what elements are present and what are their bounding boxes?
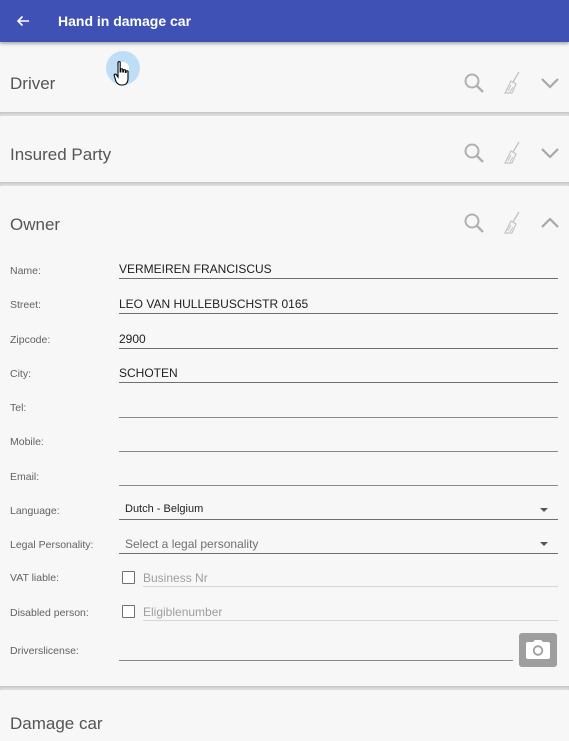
email-field[interactable]: [119, 468, 558, 486]
disabled-person-row: Disabled person: Eligiblenumber: [0, 603, 569, 637]
expand-button[interactable]: [531, 138, 569, 168]
collapse-button[interactable]: [531, 208, 569, 238]
camera-button[interactable]: [519, 633, 557, 667]
section-owner: Owner Name: VERMEIREN FRANCISCUS Street:…: [0, 186, 569, 686]
search-button[interactable]: [455, 68, 493, 98]
language-value: Dutch - Belgium: [125, 503, 204, 515]
name-row: Name: VERMEIREN FRANCISCUS: [0, 260, 569, 294]
section-insured-header[interactable]: Insured Party: [0, 116, 569, 182]
clear-button[interactable]: [493, 208, 531, 238]
mobile-label: Mobile:: [10, 436, 44, 448]
disabled-person-group: Eligiblenumber: [119, 603, 558, 623]
eligiblenumber-input[interactable]: Eligiblenumber: [143, 603, 558, 621]
legal-personality-row: Legal Personality: Select a legal person…: [0, 535, 569, 569]
search-icon: [464, 213, 484, 233]
search-icon: [464, 73, 484, 93]
legal-personality-placeholder: Select a legal personality: [125, 537, 259, 551]
email-label: Email:: [10, 471, 40, 483]
chevron-down-icon: [541, 78, 559, 89]
hand-cursor-icon: [113, 61, 129, 86]
legal-personality-label: Legal Personality:: [10, 539, 94, 551]
search-button[interactable]: [455, 208, 493, 238]
tel-label: Tel:: [10, 402, 27, 414]
disabled-person-label: Disabled person:: [10, 607, 89, 619]
driverslicense-row: Driverslicense:: [0, 633, 569, 673]
name-label: Name:: [10, 265, 41, 277]
search-icon: [464, 143, 484, 163]
clear-button[interactable]: [493, 68, 531, 98]
section-driver-header[interactable]: Driver: [0, 42, 569, 112]
mobile-field[interactable]: [119, 434, 558, 452]
broom-icon: [504, 141, 520, 164]
clear-button[interactable]: [493, 138, 531, 168]
dropdown-caret-icon: [540, 542, 548, 546]
tel-field[interactable]: [119, 400, 558, 418]
dropdown-caret-icon: [540, 508, 548, 512]
section-driver: Driver: [0, 42, 569, 112]
section-insured-party: Insured Party: [0, 116, 569, 182]
zipcode-field[interactable]: 2900: [119, 331, 558, 349]
section-title: Owner: [10, 215, 61, 234]
section-title: Insured Party: [10, 145, 112, 164]
search-button[interactable]: [455, 138, 493, 168]
section-damage-car: Damage car: [0, 691, 569, 741]
chevron-down-icon: [541, 148, 559, 159]
driverslicense-field[interactable]: [119, 643, 513, 661]
driverslicense-label: Driverslicense:: [10, 645, 79, 657]
zipcode-row: Zipcode: 2900: [0, 329, 569, 363]
street-field[interactable]: LEO VAN HULLEBUSCHSTR 0165: [119, 296, 558, 314]
street-row: Street: LEO VAN HULLEBUSCHSTR 0165: [0, 294, 569, 328]
page-title: Hand in damage car: [58, 13, 192, 29]
back-button[interactable]: [0, 0, 46, 42]
city-row: City: SCHOTEN: [0, 364, 569, 398]
tel-row: Tel:: [0, 398, 569, 432]
street-label: Street:: [10, 299, 41, 311]
business-nr-input[interactable]: Business Nr: [143, 569, 558, 587]
camera-icon: [526, 640, 550, 659]
app-bar: Hand in damage car: [0, 0, 569, 42]
city-label: City:: [10, 368, 31, 380]
expand-button[interactable]: [531, 68, 569, 98]
chevron-up-icon: [541, 217, 559, 228]
section-owner-header[interactable]: Owner: [0, 186, 569, 252]
name-field[interactable]: VERMEIREN FRANCISCUS: [119, 261, 558, 279]
mobile-row: Mobile:: [0, 432, 569, 466]
broom-icon: [504, 211, 520, 234]
language-label: Language:: [10, 505, 60, 517]
email-row: Email:: [0, 467, 569, 501]
section-title: Damage car: [10, 714, 103, 733]
language-row: Language: Dutch - Belgium: [0, 501, 569, 535]
vat-liable-checkbox[interactable]: [122, 571, 135, 584]
broom-icon: [504, 71, 520, 94]
arrow-left-icon: [16, 15, 29, 27]
vat-liable-label: VAT liable:: [10, 572, 60, 584]
city-field[interactable]: SCHOTEN: [119, 365, 558, 383]
disabled-person-checkbox[interactable]: [122, 605, 135, 618]
section-title: Driver: [10, 74, 56, 93]
language-select[interactable]: Dutch - Belgium: [119, 502, 558, 520]
section-damage-header[interactable]: Damage car: [0, 691, 569, 741]
zipcode-label: Zipcode:: [10, 334, 51, 346]
vat-liable-row: VAT liable: Business Nr: [0, 569, 569, 603]
vat-liable-group: Business Nr: [119, 569, 558, 589]
legal-personality-select[interactable]: Select a legal personality: [119, 536, 558, 554]
section-divider: [0, 686, 569, 690]
